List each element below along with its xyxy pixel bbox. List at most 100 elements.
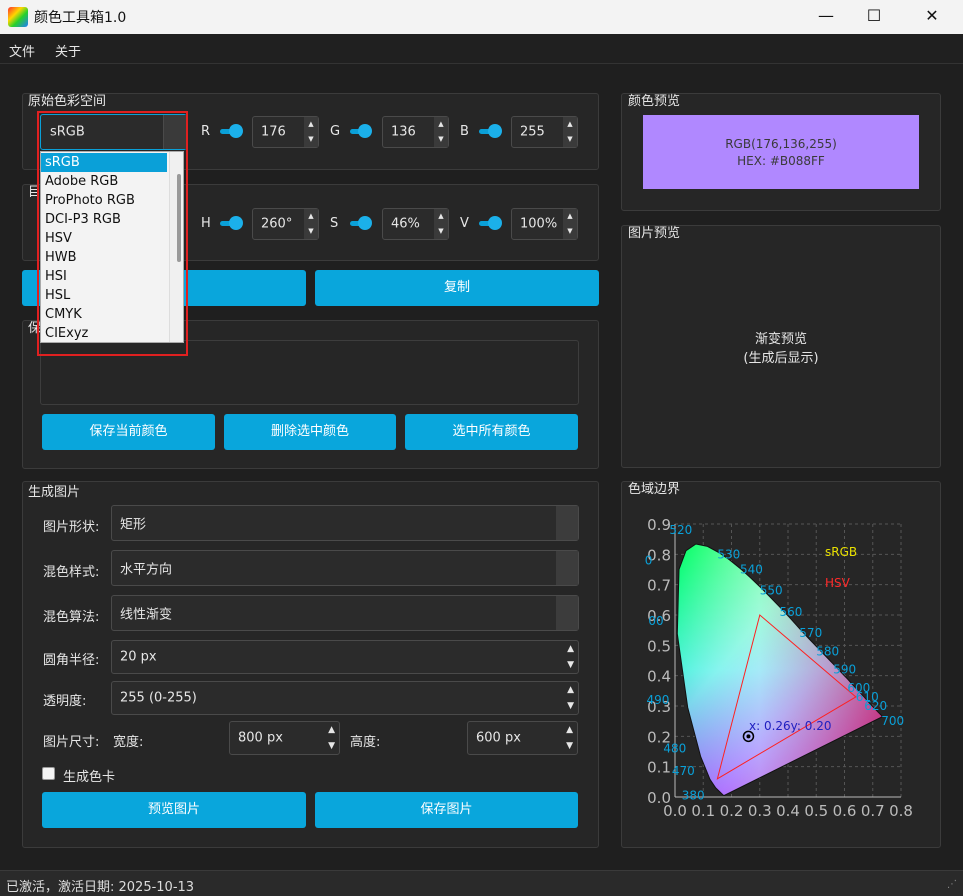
g-spinbox[interactable]: 136 ▲ ▼ <box>382 116 449 148</box>
v-spinbox[interactable]: 100% ▲ ▼ <box>511 208 578 240</box>
maximize-button[interactable]: ☐ <box>851 0 897 32</box>
h-slider-handle[interactable] <box>229 216 243 230</box>
h-up-icon[interactable]: ▲ <box>304 209 318 224</box>
wavelength-label: 0 <box>645 553 653 567</box>
size-label: 图片尺寸: <box>43 735 100 750</box>
window-title: 颜色工具箱1.0 <box>34 10 127 26</box>
s-up-icon[interactable]: ▲ <box>434 209 448 224</box>
b-spinbox[interactable]: 255 ▲ ▼ <box>511 116 578 148</box>
y-tick-label: 0.9 <box>647 516 671 534</box>
x-tick-label: 0.8 <box>889 802 913 820</box>
select-all-button[interactable]: 选中所有颜色 <box>405 414 578 450</box>
v-slider-handle[interactable] <box>488 216 502 230</box>
color-swatch: RGB(176,136,255) HEX: #B088FF <box>643 115 919 189</box>
r-spinbox[interactable]: 176 ▲ ▼ <box>252 116 319 148</box>
menu-file[interactable]: 文件 <box>9 41 35 60</box>
menu-about[interactable]: 关于 <box>55 41 81 60</box>
y-tick-label: 0.4 <box>647 668 671 686</box>
s-down-icon[interactable]: ▼ <box>434 224 448 239</box>
hex-text: HEX: #B088FF <box>737 154 825 168</box>
b-up-icon[interactable]: ▲ <box>563 117 577 132</box>
b-label: B <box>460 124 469 139</box>
radius-label: 圆角半径: <box>43 653 100 668</box>
wavelength-label: 470 <box>672 764 695 778</box>
radius-value: 20 px <box>120 649 157 665</box>
swatch-checkbox[interactable] <box>42 767 55 780</box>
copy-button[interactable]: 复制 <box>315 270 599 306</box>
r-label: R <box>201 124 211 139</box>
wavelength-label: 530 <box>717 547 740 561</box>
b-value: 255 <box>520 124 545 140</box>
width-spinbox[interactable]: 800 px ▲ ▼ <box>229 721 340 755</box>
legend-srgb: sRGB <box>825 545 858 559</box>
generate-title: 生成图片 <box>28 485 81 500</box>
h-spinbox[interactable]: 260° ▲ ▼ <box>252 208 319 240</box>
up-icon[interactable]: ▲ <box>328 725 335 735</box>
x-tick-label: 0.3 <box>748 802 772 820</box>
down-icon[interactable]: ▼ <box>566 741 573 751</box>
v-value: 100% <box>520 216 558 232</box>
blend-algo-combo[interactable]: 线性渐变 <box>111 595 579 631</box>
combo-arrow-icon <box>556 551 578 585</box>
shape-label: 图片形状: <box>43 520 100 535</box>
h-value: 260° <box>261 216 293 232</box>
width-value: 800 px <box>238 730 283 746</box>
delete-color-button[interactable]: 删除选中颜色 <box>224 414 396 450</box>
s-value: 46% <box>391 216 420 232</box>
down-icon[interactable]: ▼ <box>328 741 335 751</box>
wavelength-label: 520 <box>669 523 692 537</box>
alpha-spinbox[interactable]: 255 (0-255) ▲ ▼ <box>111 681 579 715</box>
height-spinbox[interactable]: 600 px ▲ ▼ <box>467 721 578 755</box>
g-up-icon[interactable]: ▲ <box>434 117 448 132</box>
b-slider-handle[interactable] <box>488 124 502 138</box>
save-image-button[interactable]: 保存图片 <box>315 792 578 828</box>
s-spinbox[interactable]: 46% ▲ ▼ <box>382 208 449 240</box>
y-tick-label: 0.5 <box>647 637 671 655</box>
minimize-button[interactable]: — <box>803 0 849 32</box>
preview-image-button[interactable]: 预览图片 <box>42 792 306 828</box>
point-label: x: 0.26y: 0.20 <box>749 719 832 733</box>
x-tick-label: 0.6 <box>833 802 857 820</box>
h-down-icon[interactable]: ▼ <box>304 224 318 239</box>
blend-style-combo[interactable]: 水平方向 <box>111 550 579 586</box>
combo-arrow-icon <box>556 506 578 540</box>
combo-arrow-icon <box>556 596 578 630</box>
gamut-title: 色域边界 <box>628 482 681 497</box>
alpha-value: 255 (0-255) <box>120 690 197 706</box>
close-button[interactable]: ✕ <box>909 0 955 32</box>
s-slider-handle[interactable] <box>358 216 372 230</box>
title-bar: 颜色工具箱1.0 — ☐ ✕ <box>0 0 963 34</box>
x-tick-label: 0.4 <box>776 802 800 820</box>
up-icon[interactable]: ▲ <box>567 685 574 695</box>
radius-spinbox[interactable]: 20 px ▲ ▼ <box>111 640 579 674</box>
v-up-icon[interactable]: ▲ <box>563 209 577 224</box>
resize-grip-icon[interactable]: ⋰ <box>947 879 957 890</box>
blend-style-value: 水平方向 <box>120 562 173 578</box>
wavelength-label: 480 <box>663 741 686 755</box>
up-icon[interactable]: ▲ <box>567 644 574 654</box>
wavelength-label: 540 <box>740 563 763 577</box>
wavelength-label: 560 <box>780 605 803 619</box>
down-icon[interactable]: ▼ <box>567 701 574 711</box>
image-preview-placeholder: 渐变预览 (生成后显示) <box>621 330 941 368</box>
shape-combo[interactable]: 矩形 <box>111 505 579 541</box>
save-color-button[interactable]: 保存当前颜色 <box>42 414 215 450</box>
up-icon[interactable]: ▲ <box>566 725 573 735</box>
width-label: 宽度: <box>113 735 144 750</box>
wavelength-label: 490 <box>646 693 669 707</box>
v-down-icon[interactable]: ▼ <box>563 224 577 239</box>
v-label: V <box>460 216 469 231</box>
g-down-icon[interactable]: ▼ <box>434 132 448 147</box>
legend-hsv: HSV <box>825 576 850 590</box>
r-up-icon[interactable]: ▲ <box>304 117 318 132</box>
preview-line2: (生成后显示) <box>743 351 819 366</box>
wavelength-label: 380 <box>682 788 705 802</box>
x-tick-label: 0.5 <box>804 802 828 820</box>
r-slider-handle[interactable] <box>229 124 243 138</box>
shape-value: 矩形 <box>120 517 147 533</box>
down-icon[interactable]: ▼ <box>567 660 574 670</box>
b-down-icon[interactable]: ▼ <box>563 132 577 147</box>
g-slider-handle[interactable] <box>358 124 372 138</box>
image-preview-title: 图片预览 <box>628 226 681 241</box>
r-down-icon[interactable]: ▼ <box>304 132 318 147</box>
